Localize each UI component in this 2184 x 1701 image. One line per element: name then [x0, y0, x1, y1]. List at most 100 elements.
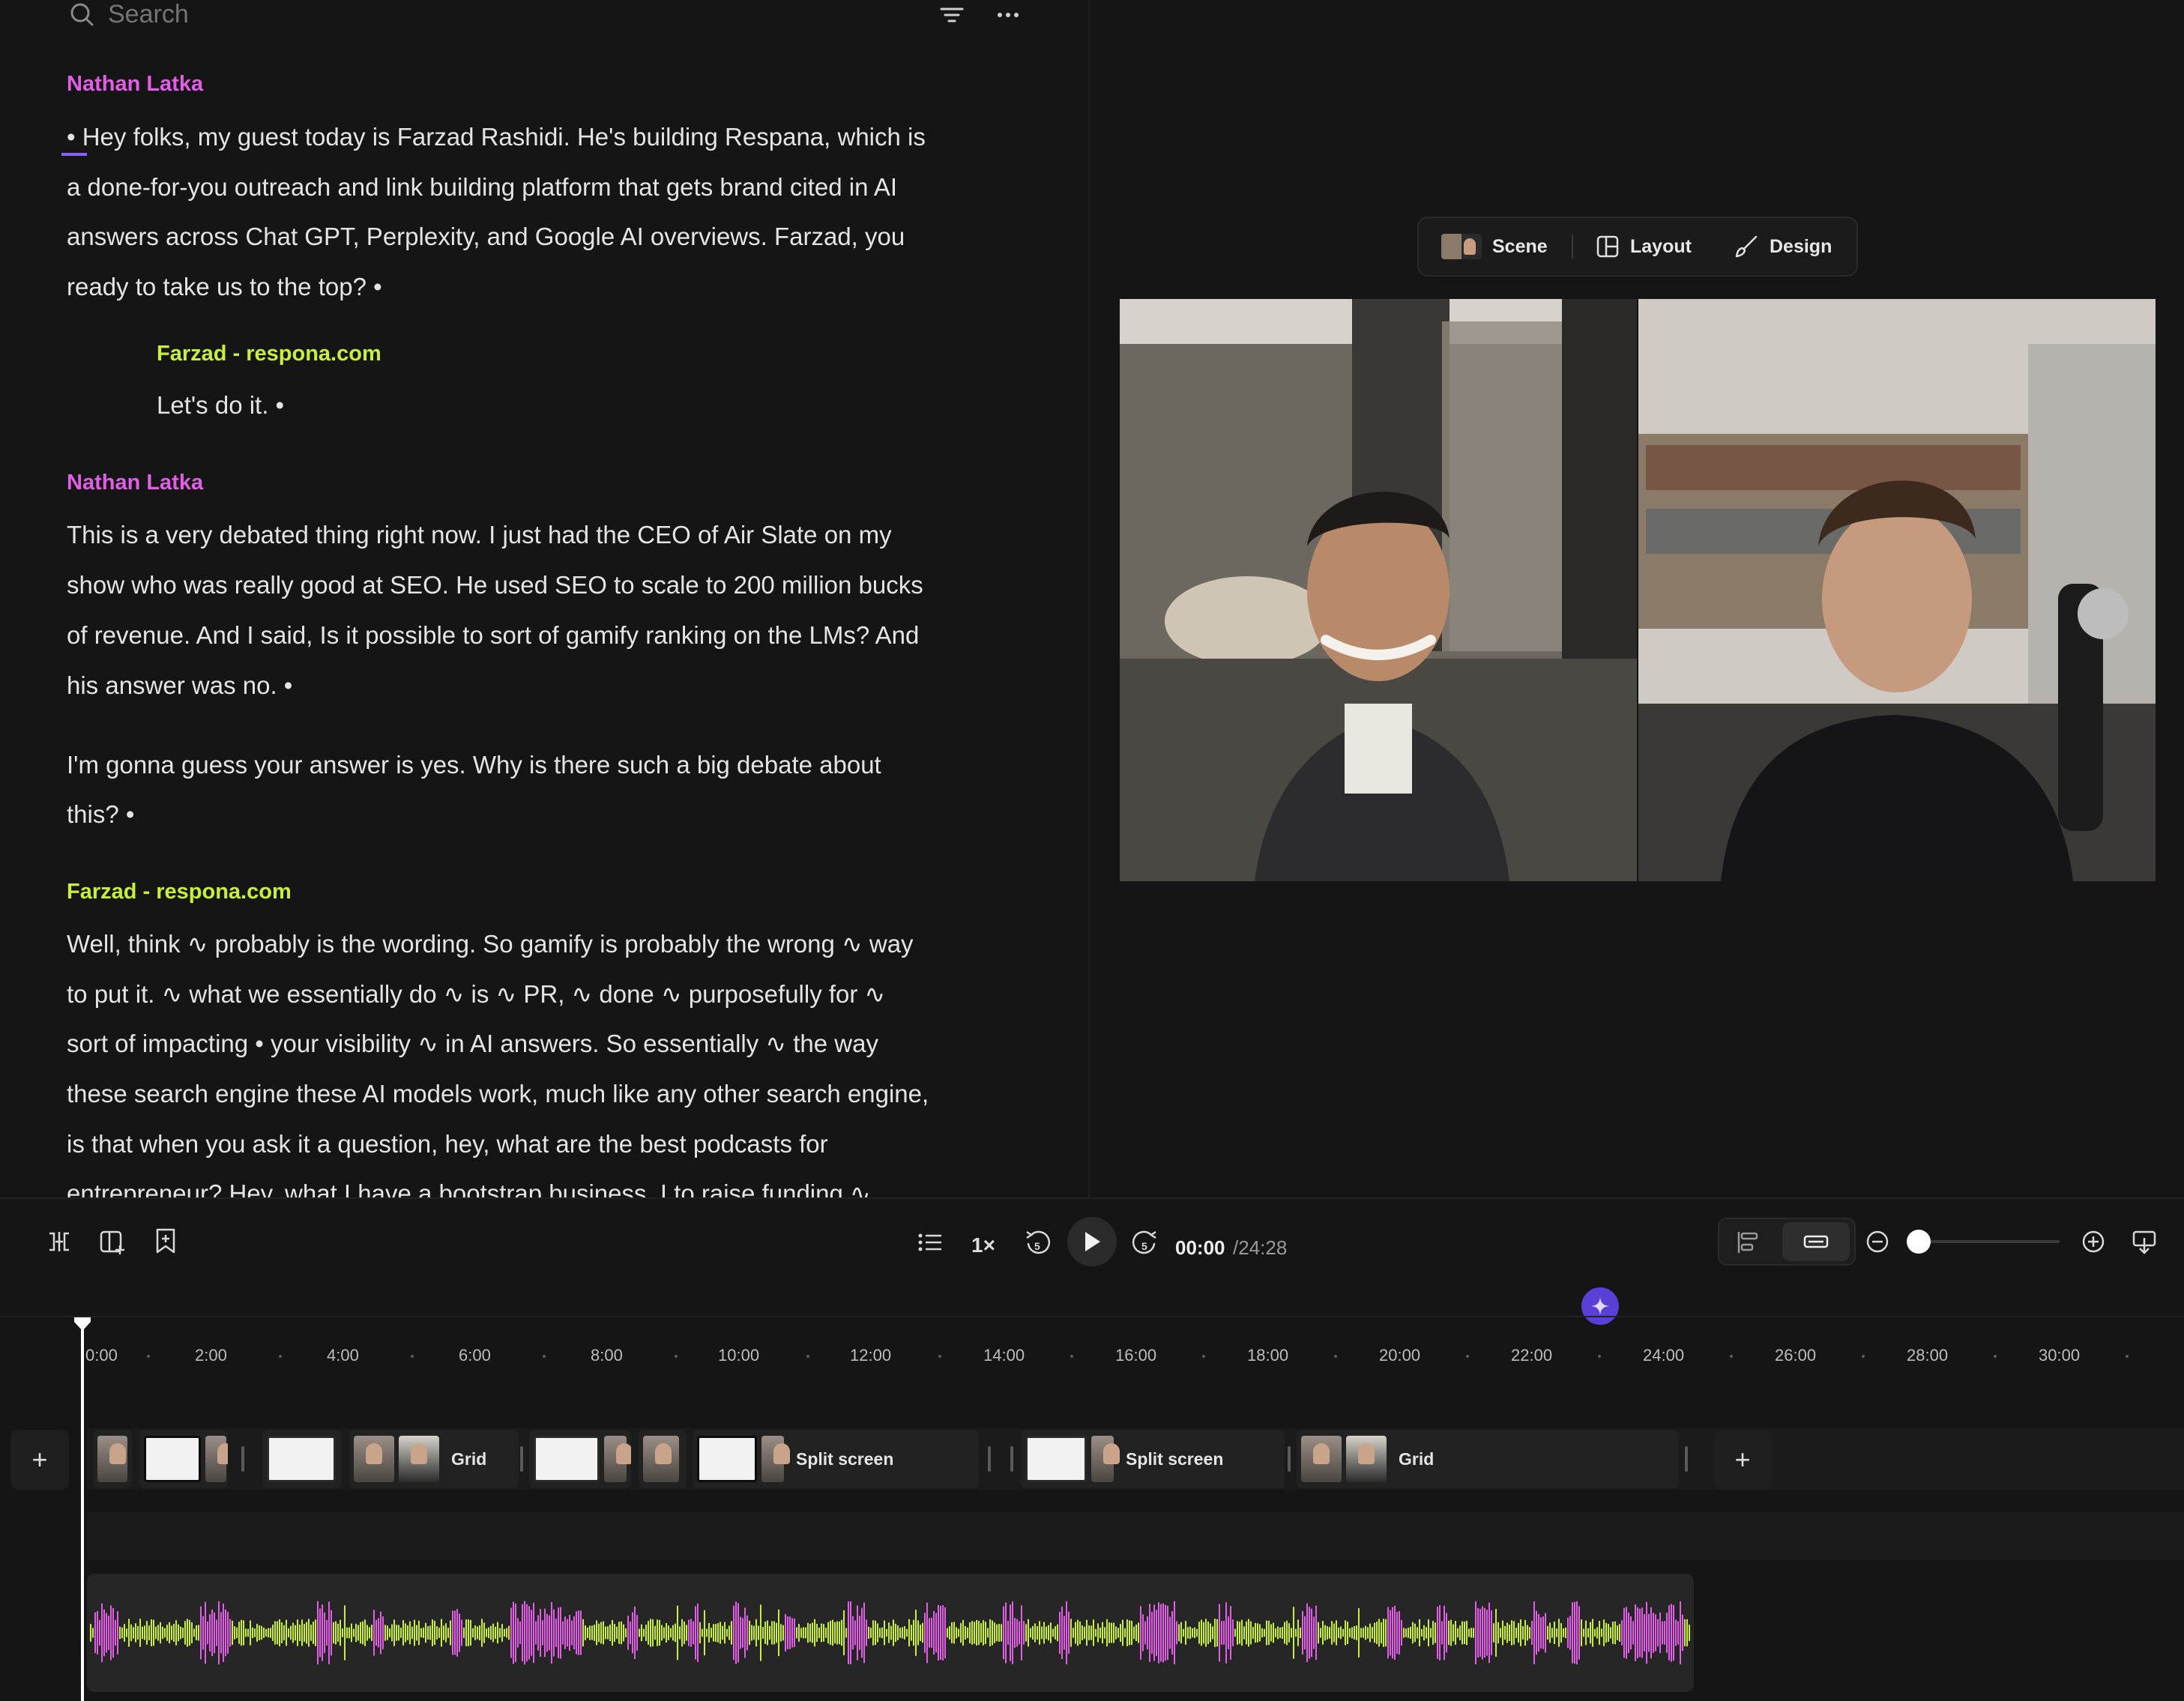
waveform-bar: [322, 1604, 323, 1661]
transcript-line[interactable]: to put it. ∿ what we essentially do ∿ is…: [67, 970, 885, 1020]
waveform-bar: [670, 1628, 672, 1638]
transcript-line[interactable]: Well, think ∿ probably is the wording. S…: [67, 919, 914, 970]
transcript-line[interactable]: is that when you ask it a question, hey,…: [67, 1120, 828, 1170]
waveform-bar: [1455, 1621, 1456, 1645]
transcript-line[interactable]: his answer was no. •: [67, 661, 292, 711]
waveform-bar: [227, 1612, 229, 1654]
transcript-line[interactable]: sort of impacting • your visibility ∿ in…: [67, 1019, 878, 1069]
speaker-name[interactable]: Farzad - respona.com: [67, 880, 292, 904]
chapters-list-icon[interactable]: [917, 1231, 943, 1254]
zoom-in-icon[interactable]: [2081, 1229, 2106, 1254]
speaker-name[interactable]: Farzad - respona.com: [157, 342, 381, 366]
waveform-bar: [128, 1619, 130, 1647]
scene-clip[interactable]: Split screen: [693, 1430, 979, 1488]
transcript-line[interactable]: answers across Chat GPT, Perplexity, and…: [67, 212, 905, 262]
waveform-bar: [661, 1625, 663, 1641]
clip-separator[interactable]: [520, 1446, 523, 1472]
transcript-line[interactable]: Let's do it. •: [157, 381, 284, 431]
playback-speed-button[interactable]: 1×: [971, 1233, 995, 1257]
add-scene-start-button[interactable]: +: [10, 1430, 69, 1490]
clip-separator[interactable]: [988, 1446, 991, 1472]
scene-button[interactable]: Scene: [1441, 218, 1548, 275]
scene-clip[interactable]: [639, 1430, 687, 1488]
rewind-5-icon[interactable]: 5: [1024, 1227, 1052, 1257]
more-options-icon[interactable]: [994, 4, 1022, 25]
zoom-slider-track[interactable]: [1920, 1240, 2060, 1243]
playhead[interactable]: [81, 1322, 84, 1701]
waveform-bar: [1282, 1627, 1283, 1639]
design-button[interactable]: Design: [1734, 218, 1832, 275]
time-ruler[interactable]: 0:00 2:00 4:00 6:00 8:00 10:00 12:00 14:…: [0, 1316, 2184, 1365]
filter-icon[interactable]: [938, 4, 965, 25]
waveform-bar: [360, 1622, 361, 1644]
scene-clip[interactable]: [139, 1430, 228, 1488]
waveform-bar: [531, 1610, 532, 1656]
transcript-line[interactable]: show who was really good at SEO. He used…: [67, 561, 923, 611]
screen-thumbnail: [534, 1436, 600, 1482]
split-clip-icon[interactable]: [46, 1229, 72, 1254]
collapse-timeline-icon[interactable]: [2132, 1229, 2157, 1254]
waveform-bar: [762, 1627, 764, 1639]
scene-clip[interactable]: Grid: [1297, 1430, 1679, 1488]
clip-separator[interactable]: [1010, 1446, 1013, 1472]
single-track-view-button[interactable]: [1782, 1222, 1850, 1261]
audio-track[interactable]: [87, 1574, 1694, 1692]
scene-clip[interactable]: [93, 1430, 132, 1488]
forward-5-icon[interactable]: 5: [1130, 1227, 1159, 1257]
scene-clip[interactable]: [529, 1430, 631, 1488]
waveform-bar: [1023, 1621, 1025, 1645]
layout-button[interactable]: Layout: [1596, 218, 1692, 275]
play-button[interactable]: [1067, 1217, 1117, 1266]
search-input[interactable]: [106, 0, 784, 33]
waveform-bar: [681, 1619, 683, 1647]
waveform-bar: [848, 1601, 849, 1664]
tick-dot: [1994, 1355, 1997, 1358]
transcript-line[interactable]: I'm gonna guess your answer is yes. Why …: [67, 740, 881, 791]
waveform-bar: [929, 1618, 930, 1648]
transcript-line[interactable]: This is a very debated thing right now. …: [67, 510, 892, 561]
zoom-out-icon[interactable]: [1865, 1229, 1890, 1254]
waveform-bar: [519, 1621, 521, 1645]
playhead-handle[interactable]: [73, 1316, 92, 1332]
clip-separator[interactable]: [1685, 1446, 1688, 1472]
waveform-bar: [272, 1625, 274, 1641]
bookmark-add-icon[interactable]: [154, 1227, 177, 1254]
transcript-line[interactable]: entrepreneur? Hey, what I have a bootstr…: [67, 1169, 871, 1197]
waveform-bar: [1569, 1616, 1571, 1650]
scene-clip[interactable]: Split screen: [1021, 1430, 1285, 1488]
waveform-bar: [1504, 1625, 1506, 1640]
transcript-line[interactable]: this? •: [67, 790, 134, 840]
waveform-bar: [544, 1608, 546, 1658]
waveform-bar: [944, 1607, 946, 1659]
scene-clip[interactable]: Grid: [349, 1430, 519, 1488]
waveform-bar: [1243, 1626, 1245, 1640]
transcript-line[interactable]: of revenue. And I said, Is it possible t…: [67, 611, 919, 661]
waveform-bar: [1115, 1626, 1117, 1640]
zoom-slider-handle[interactable]: [1907, 1230, 1931, 1254]
waveform-bar: [117, 1611, 118, 1655]
clip-separator[interactable]: [241, 1446, 244, 1472]
video-preview[interactable]: [1120, 299, 2156, 881]
waveform-bar: [1486, 1610, 1488, 1656]
speaker-name[interactable]: Nathan Latka: [67, 72, 203, 97]
waveform-bar: [704, 1610, 705, 1656]
waveform-bar: [1340, 1626, 1342, 1640]
transcript-line[interactable]: these search engine these AI models work…: [67, 1069, 929, 1120]
waveform-bar: [1387, 1607, 1389, 1659]
scene-clip[interactable]: [262, 1430, 342, 1488]
waveform-bar: [1641, 1607, 1643, 1658]
speaker-name[interactable]: Nathan Latka: [67, 471, 203, 495]
transcript-line[interactable]: a done-for-you outreach and link buildin…: [67, 163, 897, 213]
clip-separator[interactable]: [1288, 1446, 1291, 1472]
waveform-bar: [121, 1627, 123, 1639]
waveform-bar: [742, 1618, 743, 1648]
waveform-bar: [922, 1622, 923, 1643]
waveform-bar: [1261, 1628, 1263, 1638]
add-scene-end-button[interactable]: +: [1713, 1430, 1772, 1490]
add-layout-icon[interactable]: [99, 1229, 126, 1254]
transcript-line[interactable]: • Hey folks, my guest today is Farzad Ra…: [67, 112, 926, 163]
waveform-bar: [1520, 1619, 1521, 1646]
stacked-tracks-icon[interactable]: [1734, 1230, 1761, 1255]
transcript-line[interactable]: ready to take us to the top? •: [67, 262, 382, 312]
waveform-bar: [1488, 1602, 1490, 1664]
